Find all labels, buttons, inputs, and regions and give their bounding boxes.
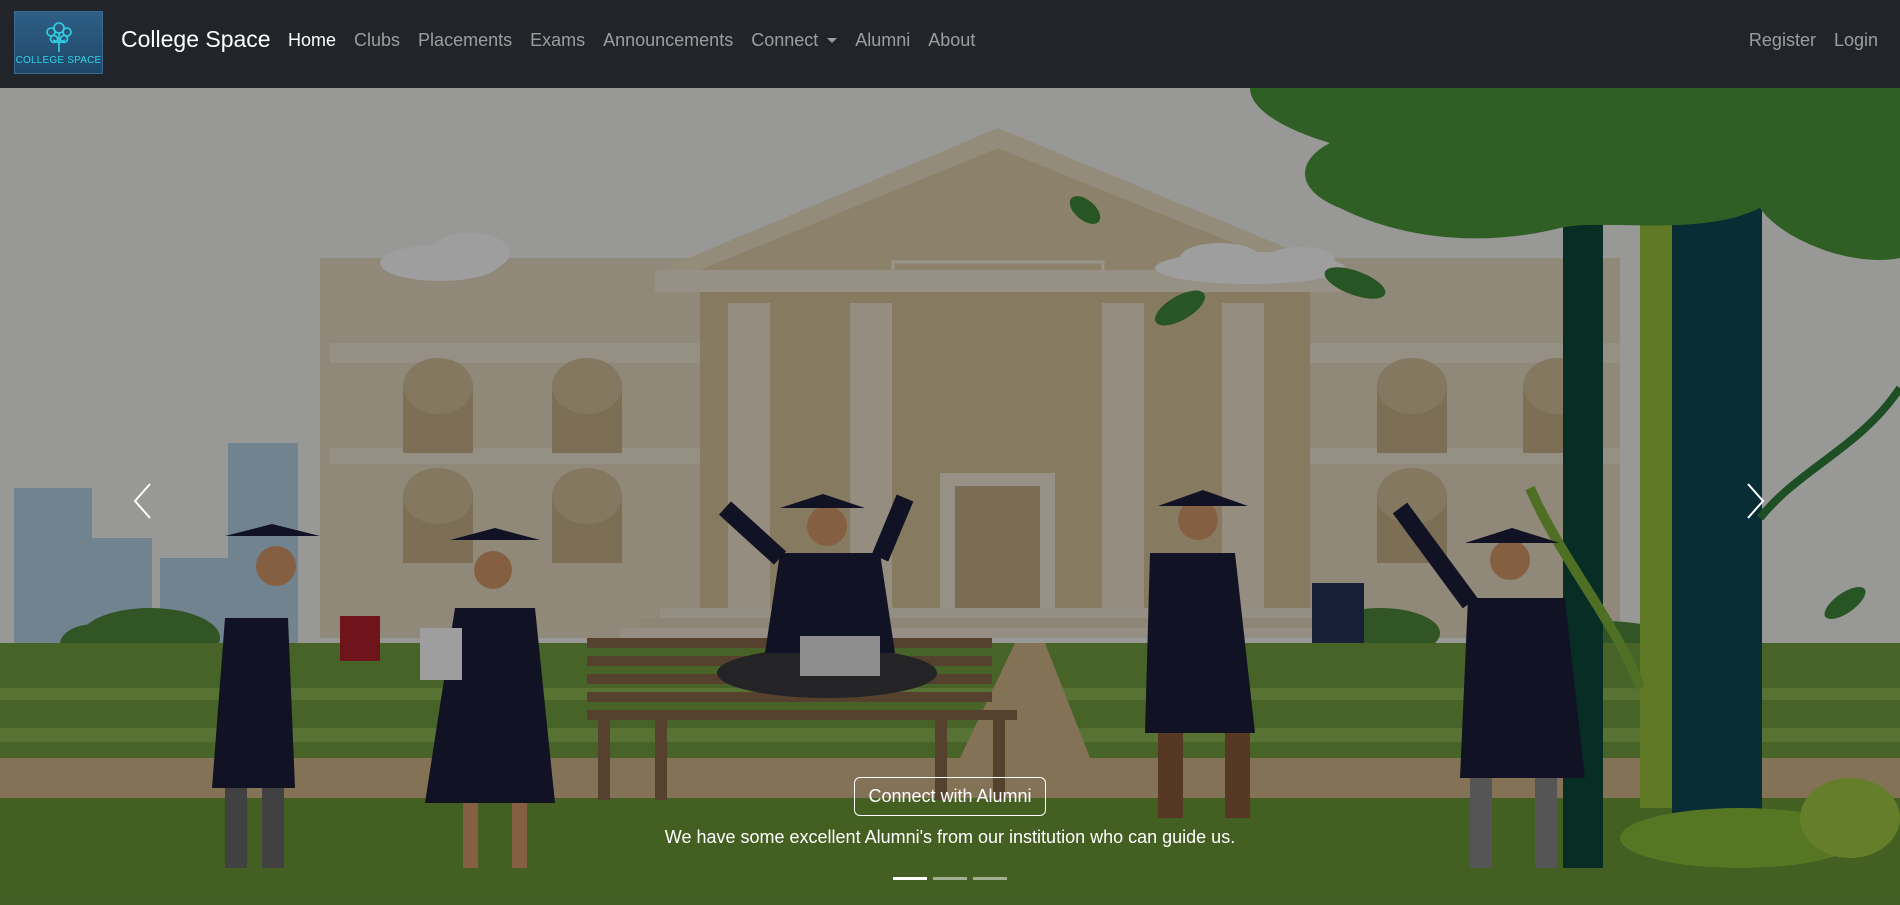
nav-link-alumni[interactable]: Alumni	[855, 30, 910, 51]
nav-link-placements[interactable]: Placements	[418, 30, 512, 51]
carousel-indicator-3[interactable]	[973, 877, 1007, 880]
nav-link-exams[interactable]: Exams	[530, 30, 585, 51]
nav-link-clubs[interactable]: Clubs	[354, 30, 400, 51]
carousel-indicators	[0, 877, 1900, 880]
register-link[interactable]: Register	[1749, 30, 1816, 51]
logo-text: COLLEGE SPACE	[15, 55, 102, 66]
tree-logo-icon	[45, 22, 72, 52]
carousel-caption: Connect with Alumni We have some excelle…	[0, 777, 1900, 848]
auth-nav: Register Login	[1731, 30, 1878, 51]
nav-link-home[interactable]: Home	[288, 30, 336, 51]
hero-carousel: Connect with Alumni We have some excelle…	[0, 88, 1900, 905]
connect-with-alumni-button[interactable]: Connect with Alumni	[854, 777, 1046, 816]
carousel-indicator-1[interactable]	[893, 877, 927, 880]
carousel-next-button[interactable]	[1736, 476, 1776, 526]
nav-link-about[interactable]: About	[928, 30, 975, 51]
carousel-prev-button[interactable]	[122, 476, 162, 526]
chevron-left-icon	[133, 483, 151, 519]
nav-link-connect-label: Connect	[751, 30, 819, 50]
college-logo[interactable]: COLLEGE SPACE	[14, 11, 103, 74]
nav-dropdown-connect[interactable]: Connect	[751, 30, 838, 51]
brand-name[interactable]: College Space	[121, 26, 271, 53]
top-navbar: COLLEGE SPACE College Space Home Clubs P…	[0, 0, 1900, 88]
nav-link-announcements[interactable]: Announcements	[603, 30, 733, 51]
main-nav: Home Clubs Placements Exams Announcement…	[288, 30, 993, 51]
caption-description: We have some excellent Alumni's from our…	[664, 827, 1236, 847]
login-link[interactable]: Login	[1834, 30, 1878, 51]
carousel-indicator-2[interactable]	[933, 877, 967, 880]
caret-down-icon	[827, 38, 838, 43]
chevron-right-icon	[1747, 483, 1765, 519]
